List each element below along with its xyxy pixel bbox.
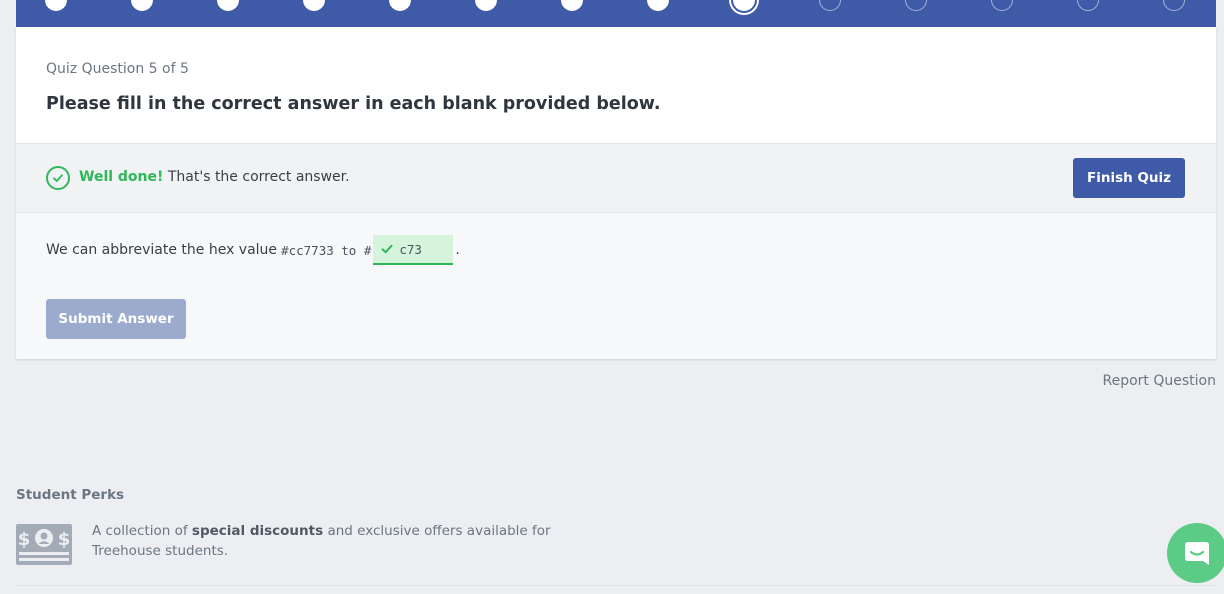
feedback-bar: Well done! That's the correct answer. Fi…	[16, 143, 1216, 213]
answer-blank-value: c73	[399, 241, 422, 257]
progress-step-13[interactable]	[1077, 0, 1099, 11]
progress-step-2[interactable]	[131, 0, 153, 11]
chat-icon	[1185, 542, 1209, 565]
progress-step-7[interactable]	[561, 0, 583, 11]
report-question-link[interactable]: Report Question	[1103, 373, 1216, 389]
checkmark-icon	[381, 244, 393, 254]
progress-step-14[interactable]	[1163, 0, 1185, 11]
answer-blank-input[interactable]: c73	[373, 235, 454, 265]
progress-step-9[interactable]	[733, 0, 755, 11]
progress-step-4[interactable]	[303, 0, 325, 11]
progress-step-10[interactable]	[819, 0, 841, 11]
progress-step-11[interactable]	[905, 0, 927, 11]
feedback-success-label: Well done!	[79, 169, 164, 185]
special-discounts-emphasis[interactable]: special discounts	[192, 523, 323, 539]
progress-step-3[interactable]	[217, 0, 239, 11]
student-perks-title: Student Perks	[16, 487, 125, 503]
svg-text:$: $	[58, 529, 71, 550]
progress-step-12[interactable]	[991, 0, 1013, 11]
finish-quiz-button[interactable]: Finish Quiz	[1073, 158, 1185, 198]
sentence-prefix: We can abbreviate the hex value	[46, 242, 278, 258]
fill-in-sentence: We can abbreviate the hex value #cc7733 …	[46, 235, 460, 265]
student-perks-description: A collection of special discounts and ex…	[92, 523, 551, 559]
answer-area: We can abbreviate the hex value #cc7733 …	[16, 213, 1216, 359]
feedback-message: That's the correct answer.	[167, 169, 350, 185]
sentence-suffix: .	[455, 242, 460, 258]
sentence-code: #cc7733 to #	[281, 242, 372, 258]
feedback-text: Well done! That's the correct answer.	[79, 169, 350, 185]
submit-answer-button[interactable]: Submit Answer	[46, 299, 186, 339]
question-counter: Quiz Question 5 of 5	[46, 61, 189, 77]
question-prompt: Please fill in the correct answer in eac…	[46, 94, 661, 114]
progress-step-1[interactable]	[45, 0, 67, 11]
check-circle-icon	[46, 166, 70, 190]
progress-step-5[interactable]	[389, 0, 411, 11]
progress-step-8[interactable]	[647, 0, 669, 11]
progress-step-6[interactable]	[475, 0, 497, 11]
money-icon: $ $	[16, 524, 72, 565]
svg-text:$: $	[18, 529, 31, 550]
question-card: Quiz Question 5 of 5 Please fill in the …	[16, 27, 1216, 359]
footer-divider	[16, 585, 1216, 586]
quiz-progress-bar	[16, 0, 1216, 27]
chat-launcher-button[interactable]	[1167, 523, 1224, 583]
